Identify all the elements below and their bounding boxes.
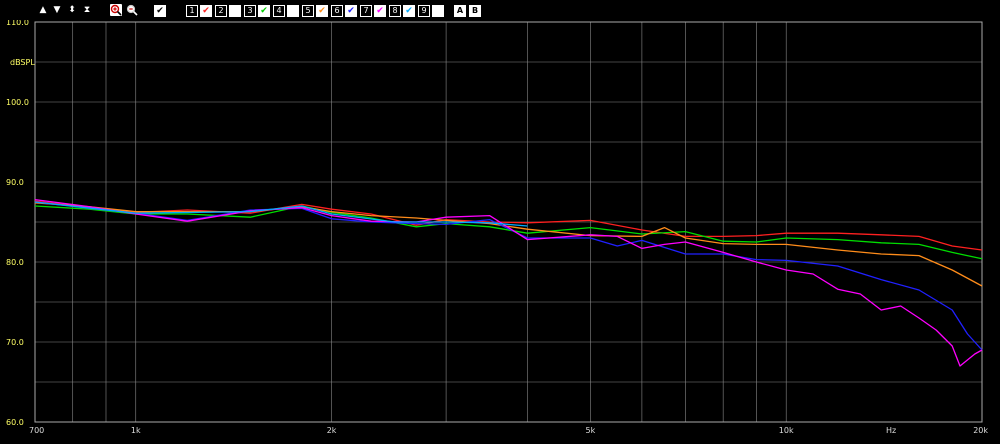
shrink-vertical-icon[interactable]: ⧗ [82,4,92,16]
x-tick-label: 2k [327,426,337,435]
y-tick-label: 110.0 [6,20,29,27]
channel-4-checkbox[interactable] [287,5,299,17]
channel-5-number: 5 [302,5,314,17]
channel-4-number: 4 [273,5,285,17]
y-tick-label: 90.0 [6,178,24,187]
channel-1-number: 1 [186,5,198,17]
channel-9-checkbox[interactable] [432,5,444,17]
check-all-checkbox[interactable]: ✔ [154,5,166,17]
button-a[interactable]: A [454,5,466,17]
channel-7-checkbox[interactable]: ✔ [374,5,386,17]
channel-2-number: 2 [215,5,227,17]
expand-vertical-icon[interactable]: ⬍ [67,4,77,16]
scroll-up-icon[interactable]: ▲ [38,4,48,16]
y-tick-label: 80.0 [6,258,24,267]
channel-1-checkbox[interactable]: ✔ [200,5,212,17]
channel-5-checkbox[interactable]: ✔ [316,5,328,17]
channel-6-number: 6 [331,5,343,17]
channel-3-checkbox[interactable]: ✔ [258,5,270,17]
channel-7-number: 7 [360,5,372,17]
channel-9-number: 9 [418,5,430,17]
zoom-in-icon[interactable] [110,4,122,16]
y-axis-label: dBSPL [10,58,35,67]
zoom-out-icon[interactable] [126,4,138,16]
frequency-response-chart: 110.0 100.0 90.0 80.0 70.0 60.0 700 1k 2k 5k 10k 20… [0,20,1000,444]
y-tick-label: 100.0 [6,98,29,107]
scroll-down-icon[interactable]: ▼ [52,4,62,16]
button-b[interactable]: B [469,5,481,17]
channel-8-number: 8 [389,5,401,17]
channel-3-number: 3 [244,5,256,17]
x-tick-label: 700 [29,426,44,435]
chart-background [0,20,1000,444]
channel-8-checkbox[interactable]: ✔ [403,5,415,17]
y-tick-label: 60.0 [6,418,24,427]
y-tick-label: 70.0 [6,338,24,347]
channel-2-checkbox[interactable] [229,5,241,17]
toolbar: ▲ ▼ ⬍ ⧗ ✔ 1 ✔ 2 3 ✔ 4 5 ✔ 6 ✔ 7 ✔ 8 ✔ 9 A B [0,0,1000,20]
channel-6-checkbox[interactable]: ✔ [345,5,357,17]
x-tick-label: 5k [586,426,596,435]
x-axis-label: Hz [886,426,896,435]
x-tick-label: 10k [779,426,794,435]
x-tick-label: 20k [973,426,988,435]
x-tick-label: 1k [131,426,141,435]
